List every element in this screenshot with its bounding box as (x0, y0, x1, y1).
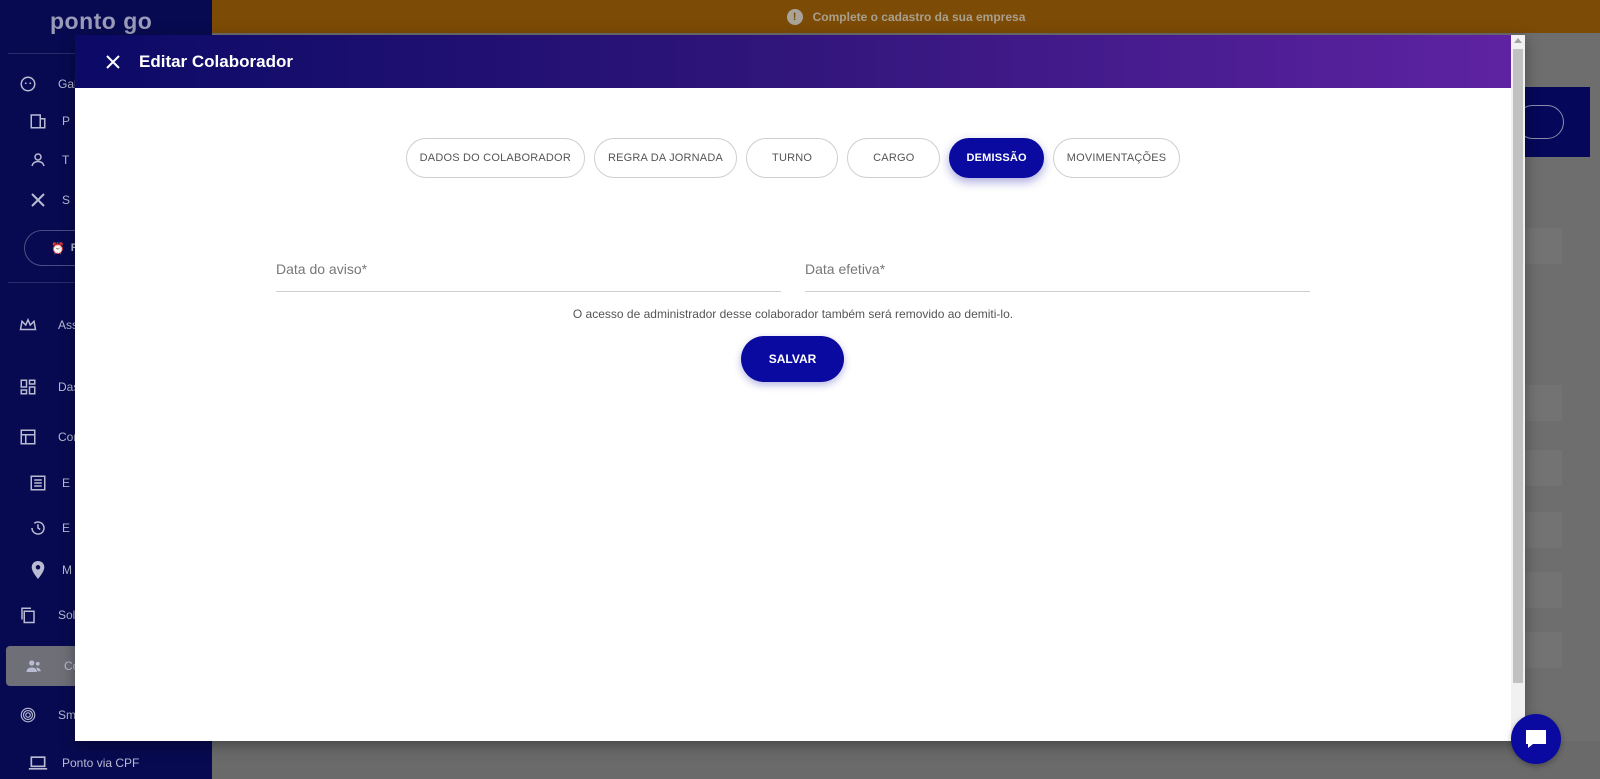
modal-title: Editar Colaborador (139, 51, 293, 71)
edit-employee-modal: Editar Colaborador DADOS DO COLABORADOR … (75, 35, 1525, 741)
sidebar-item-label: M (62, 563, 72, 577)
incomplete-registration-banner[interactable]: ! Complete o cadastro da sua empresa (212, 0, 1600, 33)
sidebar-item-label: Sm (58, 708, 76, 722)
close-icon (106, 54, 120, 69)
notice-date-input[interactable] (276, 251, 781, 277)
modal-tabs: DADOS DO COLABORADOR REGRA DA JORNADA TU… (75, 138, 1511, 178)
close-icon (28, 190, 48, 210)
tab-movements[interactable]: MOVIMENTAÇÕES (1052, 138, 1181, 178)
scrollbar-thumb[interactable] (1513, 49, 1523, 683)
notice-date-field (276, 251, 781, 292)
sidebar-item-label: S (62, 193, 71, 207)
close-modal-button[interactable] (103, 52, 123, 72)
pin-icon (28, 560, 48, 580)
copy-icon (18, 605, 38, 625)
face-icon (18, 74, 38, 94)
tab-workday-rule[interactable]: REGRA DA JORNADA (593, 138, 738, 178)
chat-icon (1526, 730, 1546, 748)
user-switch-icon (28, 150, 48, 170)
tab-position[interactable]: CARGO (847, 138, 941, 178)
sidebar-item-cpf[interactable]: Ponto via CPF (0, 743, 212, 779)
sidebar-item-label: P (62, 114, 71, 128)
laptop-icon (28, 753, 48, 773)
tab-dismissal[interactable]: DEMISSÃO (949, 138, 1044, 178)
modal-header: Editar Colaborador (75, 35, 1511, 88)
save-button[interactable]: SALVAR (741, 336, 844, 382)
list-icon (28, 473, 48, 493)
banner-text: Complete o cadastro da sua empresa (812, 9, 1026, 24)
background-footer (212, 741, 1600, 779)
dashboard-icon (18, 377, 38, 397)
building-icon (28, 111, 48, 131)
app-logo[interactable]: ponto go (50, 8, 152, 35)
calendar-grid-icon (18, 427, 38, 447)
sidebar-item-label: Ponto via CPF (62, 756, 140, 770)
admin-removal-notice: O acesso de administrador desse colabora… (572, 307, 1014, 321)
sidebar-item-label: T (62, 153, 70, 167)
warning-icon: ! (786, 8, 803, 25)
effective-date-input[interactable] (805, 251, 1310, 277)
chat-button[interactable] (1511, 714, 1561, 764)
history-icon (28, 518, 48, 538)
sidebar-item-label: E (62, 476, 71, 490)
effective-date-field (805, 251, 1310, 292)
tab-employee-data[interactable]: DADOS DO COLABORADOR (405, 138, 585, 178)
scroll-up-arrow-icon[interactable] (1514, 38, 1522, 43)
crown-icon (18, 315, 38, 335)
sidebar-item-label: E (62, 521, 71, 535)
modal-scrollbar[interactable] (1511, 35, 1525, 741)
alarm-icon: ⏰ (51, 242, 65, 255)
tab-shift[interactable]: TURNO (746, 138, 839, 178)
people-icon (24, 656, 44, 676)
fingerprint-icon (18, 705, 38, 725)
sidebar-item-label: Sol (58, 608, 76, 622)
